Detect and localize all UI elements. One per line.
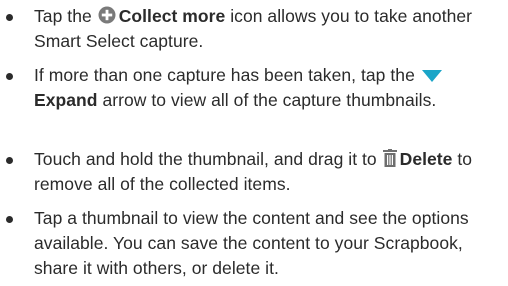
plus-circle-icon [98,6,116,24]
list-item-text: Tap the Collect more icon allows you to … [34,4,494,54]
text-segment: arrow to view all of the capture thumbna… [102,90,437,110]
list-item-text: If more than one capture has been taken,… [34,63,494,113]
help-page: { "bullets": [ { "pre": "Tap the", "icon… [0,0,508,286]
text-segment: If more than one capture has been taken,… [34,65,415,85]
list-item-text: Tap a thumbnail to view the content and … [34,208,469,278]
delete-label: Delete [399,149,453,169]
collect-more-label: Collect more [118,6,226,26]
bullet-dot [6,216,13,223]
list-item-text: Touch and hold the thumbnail, and drag i… [34,147,494,197]
text-segment: Tap the [34,6,92,26]
text-segment: Touch and hold the thumbnail, and drag i… [34,149,377,169]
bullet-dot [6,73,13,80]
trash-icon [382,149,397,167]
bullet-dot [6,14,13,21]
bullet-dot [6,157,13,164]
expand-label: Expand [34,90,98,110]
expand-arrow-icon [421,69,443,83]
